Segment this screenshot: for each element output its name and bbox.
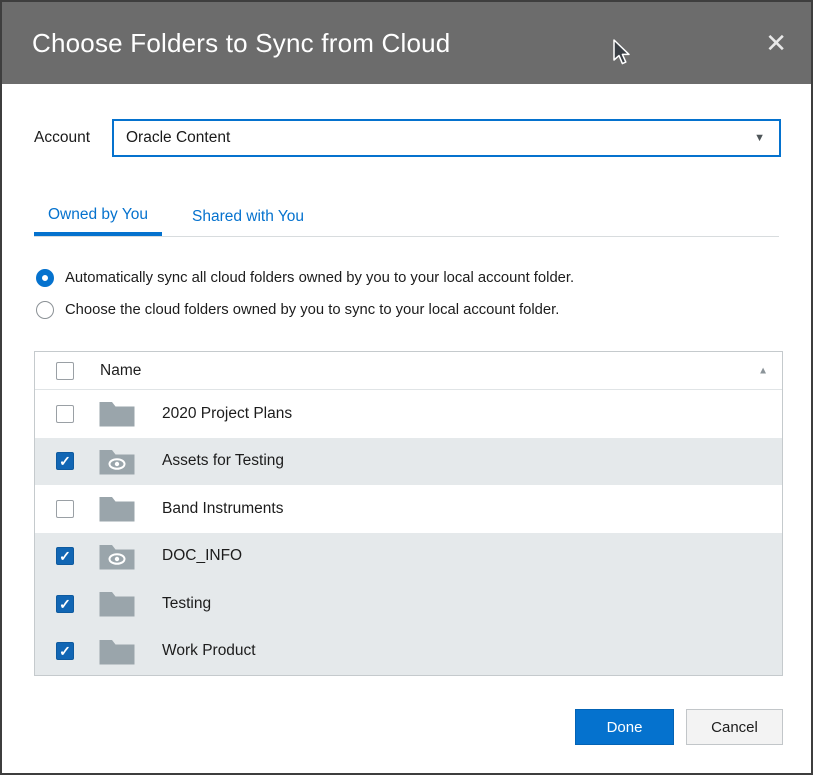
radio-unselected-icon[interactable]	[36, 301, 54, 319]
tab-shared-with-you[interactable]: Shared with You	[178, 198, 318, 236]
name-column-header: Name	[100, 362, 141, 380]
row-checkbox[interactable]: ✓	[56, 595, 74, 613]
folder-icon	[98, 399, 136, 428]
radio-selected-icon[interactable]	[36, 269, 54, 287]
cancel-button[interactable]: Cancel	[686, 709, 783, 745]
sync-option-label: Automatically sync all cloud folders own…	[65, 270, 574, 286]
folder-name: Band Instruments	[162, 500, 283, 518]
shared-folder-icon	[98, 542, 136, 571]
dialog-titlebar: Choose Folders to Sync from Cloud ✕	[2, 2, 811, 84]
tab-owned-by-you[interactable]: Owned by You	[34, 198, 162, 236]
account-label: Account	[34, 129, 90, 147]
sync-option[interactable]: Choose the cloud folders owned by you to…	[36, 301, 779, 319]
sync-option[interactable]: Automatically sync all cloud folders own…	[36, 269, 779, 287]
table-row[interactable]: ✓ Assets for Testing	[35, 438, 782, 486]
folder-name: Testing	[162, 595, 211, 613]
chevron-down-icon: ▼	[754, 132, 765, 144]
folder-table: Name ▲ 2020 Project Plans ✓ Assets for Tes…	[34, 351, 783, 676]
sync-option-label: Choose the cloud folders owned by you to…	[65, 302, 559, 318]
row-checkbox[interactable]: ✓	[56, 642, 74, 660]
sync-options: Automatically sync all cloud folders own…	[36, 269, 779, 333]
table-body: 2020 Project Plans ✓ Assets for Testing Ban…	[35, 390, 782, 675]
folder-icon	[98, 494, 136, 523]
row-checkbox[interactable]	[56, 405, 74, 423]
shared-folder-icon	[98, 447, 136, 476]
row-checkbox[interactable]: ✓	[56, 547, 74, 565]
table-row[interactable]: ✓ DOC_INFO	[35, 533, 782, 581]
dialog-title: Choose Folders to Sync from Cloud	[32, 28, 450, 59]
done-button[interactable]: Done	[575, 709, 674, 745]
row-checkbox[interactable]: ✓	[56, 452, 74, 470]
folder-icon	[98, 637, 136, 666]
select-all-checkbox[interactable]	[56, 362, 74, 380]
folder-name: Assets for Testing	[162, 452, 284, 470]
folder-name: 2020 Project Plans	[162, 405, 292, 423]
folder-name: Work Product	[162, 642, 256, 660]
choose-folders-dialog: Choose Folders to Sync from Cloud ✕ Acco…	[0, 0, 813, 775]
row-checkbox[interactable]	[56, 500, 74, 518]
table-row[interactable]: ✓ Testing	[35, 580, 782, 628]
close-icon[interactable]: ✕	[765, 30, 787, 56]
table-row[interactable]: ✓ Work Product	[35, 628, 782, 676]
sort-ascending-icon[interactable]: ▲	[758, 365, 768, 376]
folder-icon	[98, 589, 136, 618]
account-select-value: Oracle Content	[126, 129, 754, 147]
table-row[interactable]: 2020 Project Plans	[35, 390, 782, 438]
tab-bar: Owned by You Shared with You	[34, 198, 779, 237]
account-select[interactable]: Oracle Content ▼	[112, 119, 781, 157]
table-row[interactable]: Band Instruments	[35, 485, 782, 533]
table-header-row: Name ▲	[35, 352, 782, 390]
folder-name: DOC_INFO	[162, 547, 242, 565]
